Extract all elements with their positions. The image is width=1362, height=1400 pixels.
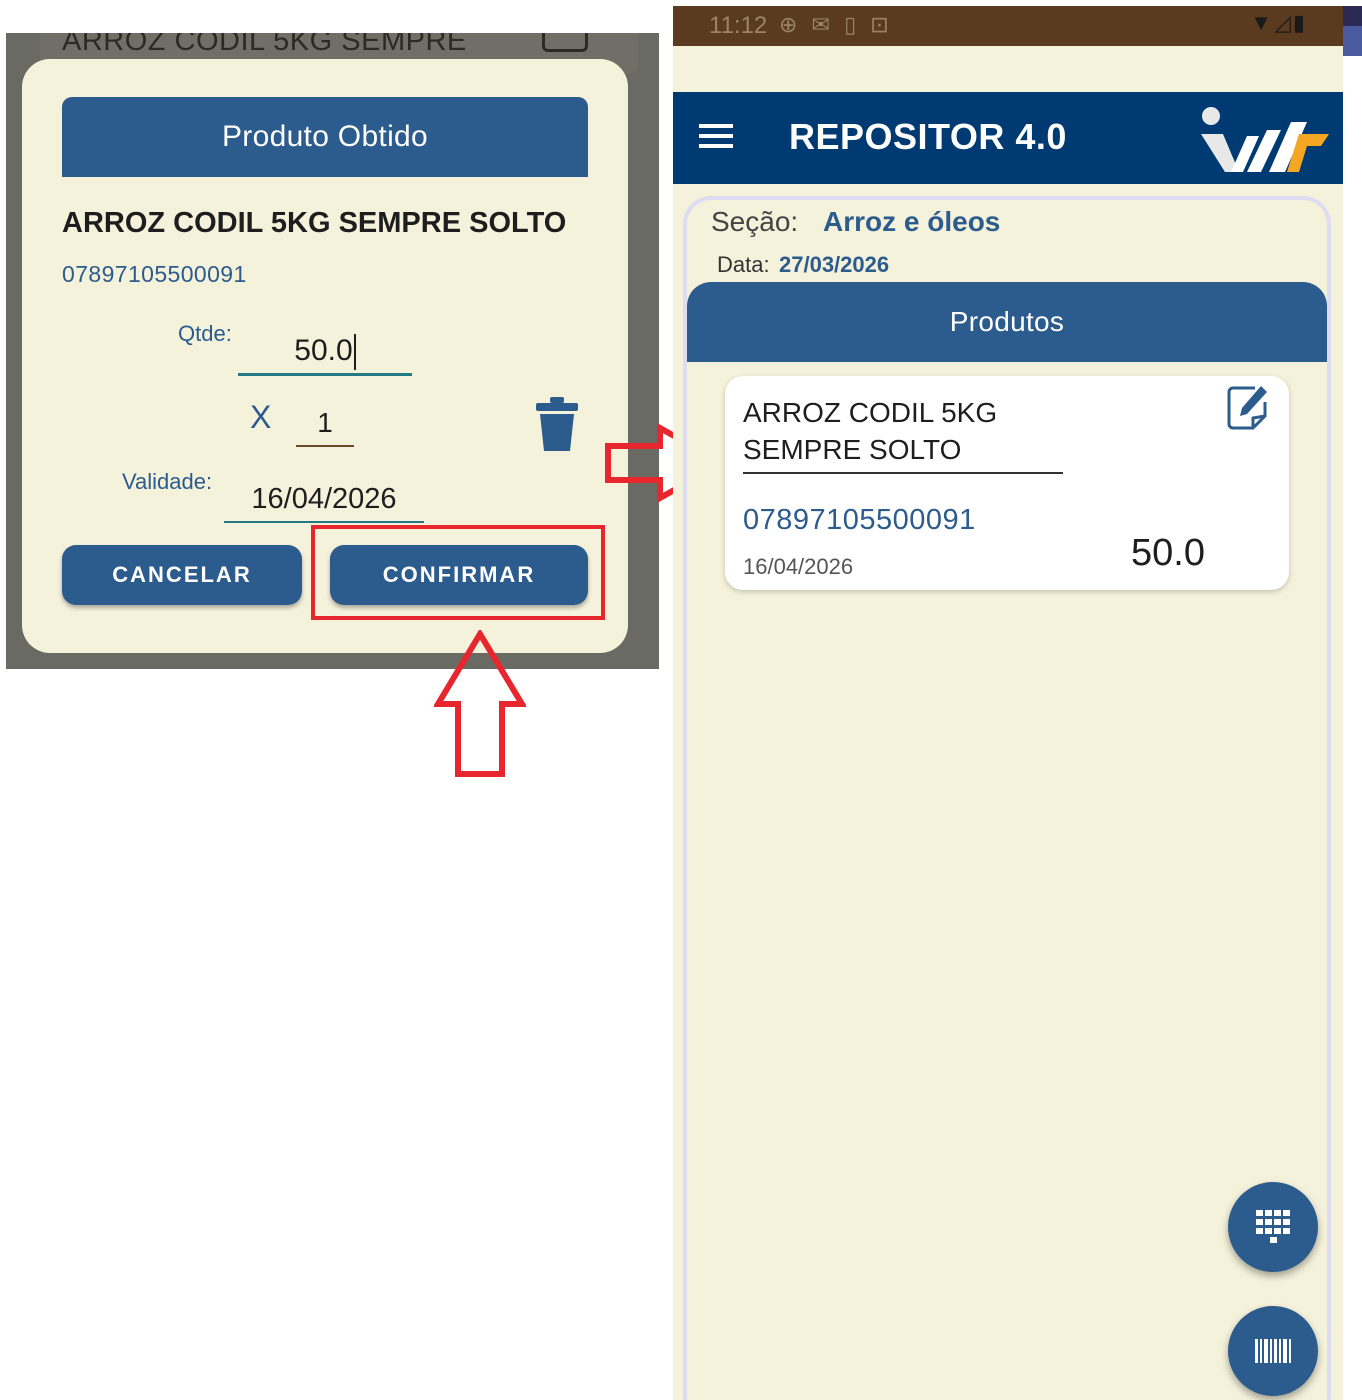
- product-card-barcode: 07897105500091: [743, 504, 976, 536]
- app-logo: [1201, 107, 1329, 172]
- qtde-label: Qtde:: [178, 321, 232, 346]
- multiplier-input[interactable]: 1: [296, 401, 354, 447]
- edit-note-icon[interactable]: [1225, 384, 1271, 430]
- background-product-title: ARROZ CODIL 5KG SEMPRE: [62, 33, 467, 57]
- section-value: Arroz e óleos: [823, 206, 1001, 237]
- status-time: 11:12: [709, 12, 768, 39]
- status-system-icons: ▼◿▮: [1250, 10, 1307, 35]
- status-notification-icons: ⊕ ✉ ▯ ⊡: [779, 12, 893, 37]
- product-card-expiry: 16/04/2026: [743, 554, 854, 579]
- trash-icon[interactable]: [536, 397, 578, 451]
- text-caret: [353, 334, 356, 371]
- cancel-button[interactable]: CANCELAR: [62, 545, 302, 605]
- keypad-button[interactable]: [1228, 1182, 1318, 1272]
- dialog-barcode: 07897105500091: [62, 261, 247, 287]
- qtde-input[interactable]: 50.0: [238, 329, 412, 376]
- status-gap: [673, 46, 1343, 92]
- dialog-product-name: ARROZ CODIL 5KG SEMPRE SOLTO: [62, 207, 567, 239]
- confirm-highlight-box: [311, 525, 605, 620]
- validade-input[interactable]: 16/04/2026: [224, 477, 424, 523]
- app-title: REPOSITOR 4.0: [789, 116, 1067, 157]
- window-edge-strip: [1343, 6, 1362, 1400]
- validade-label: Validade:: [122, 469, 213, 494]
- product-card-quantity: 50.0: [1131, 532, 1205, 574]
- products-header: Produtos: [687, 282, 1327, 362]
- keypad-icon: [1256, 1210, 1290, 1243]
- product-card-name: ARROZ CODIL 5KG SEMPRE SOLTO: [743, 394, 1063, 474]
- qtde-value: 50.0: [294, 334, 353, 367]
- barcode-scan-button[interactable]: [1228, 1306, 1318, 1396]
- status-bar: 11:12 ⊕ ✉ ▯ ⊡ ▼◿▮: [673, 6, 1343, 46]
- date-value: 27/03/2026: [779, 252, 890, 277]
- up-arrow-annotation: [434, 630, 526, 777]
- menu-icon[interactable]: [699, 124, 733, 150]
- background-edit-icon: [542, 33, 588, 52]
- section-label: Seção:: [711, 206, 799, 237]
- barcode-icon: [1255, 1339, 1291, 1363]
- date-label: Data:: [717, 252, 770, 277]
- product-card[interactable]: ARROZ CODIL 5KG SEMPRE SOLTO 07897105500…: [725, 376, 1289, 590]
- dialog-header: Produto Obtido: [62, 97, 588, 177]
- app-bar: REPOSITOR 4.0: [673, 92, 1343, 184]
- phone-screen: 11:12 ⊕ ✉ ▯ ⊡ ▼◿▮ REPOSITOR 4.0 Seção: A…: [673, 6, 1343, 1400]
- multiplier-sign: X: [250, 399, 272, 435]
